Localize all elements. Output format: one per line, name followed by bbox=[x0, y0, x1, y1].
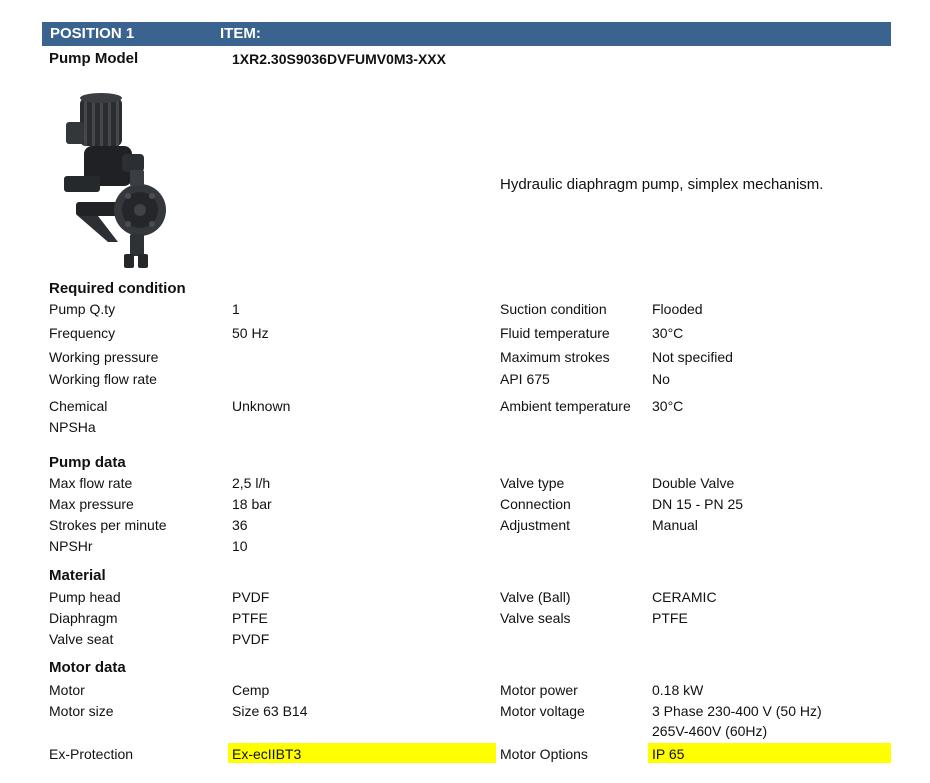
value-motor-voltage: 3 Phase 230-400 V (50 Hz) bbox=[652, 703, 822, 719]
label-working-flow-rate: Working flow rate bbox=[49, 371, 157, 387]
value-diaphragm: PTFE bbox=[232, 610, 268, 626]
value-valve-ball: CERAMIC bbox=[652, 589, 717, 605]
label-diaphragm: Diaphragm bbox=[49, 610, 118, 626]
label-connection: Connection bbox=[500, 496, 571, 512]
value-motor-size: Size 63 B14 bbox=[232, 703, 308, 719]
value-motor-power: 0.18 kW bbox=[652, 682, 704, 698]
pump-model-value: 1XR2.30S9036DVFUMV0M3-XXX bbox=[232, 51, 446, 67]
value-ambient-temperature: 30°C bbox=[652, 398, 684, 414]
value-pump-qty: 1 bbox=[232, 301, 240, 317]
section-title-material: Material bbox=[49, 567, 106, 584]
label-fluid-temperature: Fluid temperature bbox=[500, 325, 610, 341]
value-chemical: Unknown bbox=[232, 398, 291, 414]
pump-image bbox=[58, 92, 170, 272]
label-valve-ball: Valve (Ball) bbox=[500, 589, 571, 605]
label-motor-options: Motor Options bbox=[500, 746, 588, 762]
label-motor-voltage: Motor voltage bbox=[500, 703, 585, 719]
label-ambient-temperature: Ambient temperature bbox=[500, 398, 631, 414]
position-label: POSITION 1 bbox=[50, 25, 135, 42]
value-suction-condition: Flooded bbox=[652, 301, 703, 317]
label-valve-type: Valve type bbox=[500, 475, 565, 491]
label-working-pressure: Working pressure bbox=[49, 349, 159, 365]
label-pump-head: Pump head bbox=[49, 589, 121, 605]
label-motor-power: Motor power bbox=[500, 682, 578, 698]
value-motor-options: IP 65 bbox=[652, 746, 685, 762]
value-motor-voltage-60hz: 265V-460V (60Hz) bbox=[652, 723, 768, 739]
value-motor: Cemp bbox=[232, 682, 270, 698]
value-max-flow-rate: 2,5 l/h bbox=[232, 475, 271, 491]
label-motor: Motor bbox=[49, 682, 85, 698]
value-maximum-strokes: Not specified bbox=[652, 349, 733, 365]
section-title-required-condition: Required condition bbox=[49, 280, 186, 297]
label-suction-condition: Suction condition bbox=[500, 301, 607, 317]
value-valve-type: Double Valve bbox=[652, 475, 735, 491]
value-adjustment: Manual bbox=[652, 517, 698, 533]
item-label: ITEM: bbox=[220, 25, 261, 42]
label-npshr: NPSHr bbox=[49, 538, 93, 554]
value-frequency: 50 Hz bbox=[232, 325, 269, 341]
label-valve-seals: Valve seals bbox=[500, 610, 571, 626]
label-maximum-strokes: Maximum strokes bbox=[500, 349, 610, 365]
label-motor-size: Motor size bbox=[49, 703, 114, 719]
label-pump-qty: Pump Q.ty bbox=[49, 301, 116, 317]
value-fluid-temperature: 30°C bbox=[652, 325, 684, 341]
value-ex-protection: Ex-ecIIBT3 bbox=[232, 746, 302, 762]
highlight-motor-options bbox=[648, 743, 891, 763]
value-pump-head: PVDF bbox=[232, 589, 270, 605]
pump-description: Hydraulic diaphragm pump, simplex mechan… bbox=[500, 176, 824, 193]
label-api-675: API 675 bbox=[500, 371, 550, 387]
value-valve-seat: PVDF bbox=[232, 631, 270, 647]
label-valve-seat: Valve seat bbox=[49, 631, 114, 647]
label-adjustment: Adjustment bbox=[500, 517, 571, 533]
value-strokes-per-minute: 36 bbox=[232, 517, 248, 533]
header-bar: POSITION 1 ITEM: bbox=[42, 22, 891, 46]
label-frequency: Frequency bbox=[49, 325, 116, 341]
label-chemical: Chemical bbox=[49, 398, 108, 414]
value-valve-seals: PTFE bbox=[652, 610, 688, 626]
label-strokes-per-minute: Strokes per minute bbox=[49, 517, 167, 533]
section-title-motor-data: Motor data bbox=[49, 659, 126, 676]
label-max-flow-rate: Max flow rate bbox=[49, 475, 133, 491]
pump-model-label: Pump Model bbox=[49, 50, 139, 67]
value-api-675: No bbox=[652, 371, 670, 387]
label-max-pressure: Max pressure bbox=[49, 496, 134, 512]
label-npsha: NPSHa bbox=[49, 419, 96, 435]
value-connection: DN 15 - PN 25 bbox=[652, 496, 744, 512]
section-title-pump-data: Pump data bbox=[49, 454, 126, 471]
value-npshr: 10 bbox=[232, 538, 248, 554]
label-ex-protection: Ex-Protection bbox=[49, 746, 134, 762]
value-max-pressure: 18 bar bbox=[232, 496, 272, 512]
